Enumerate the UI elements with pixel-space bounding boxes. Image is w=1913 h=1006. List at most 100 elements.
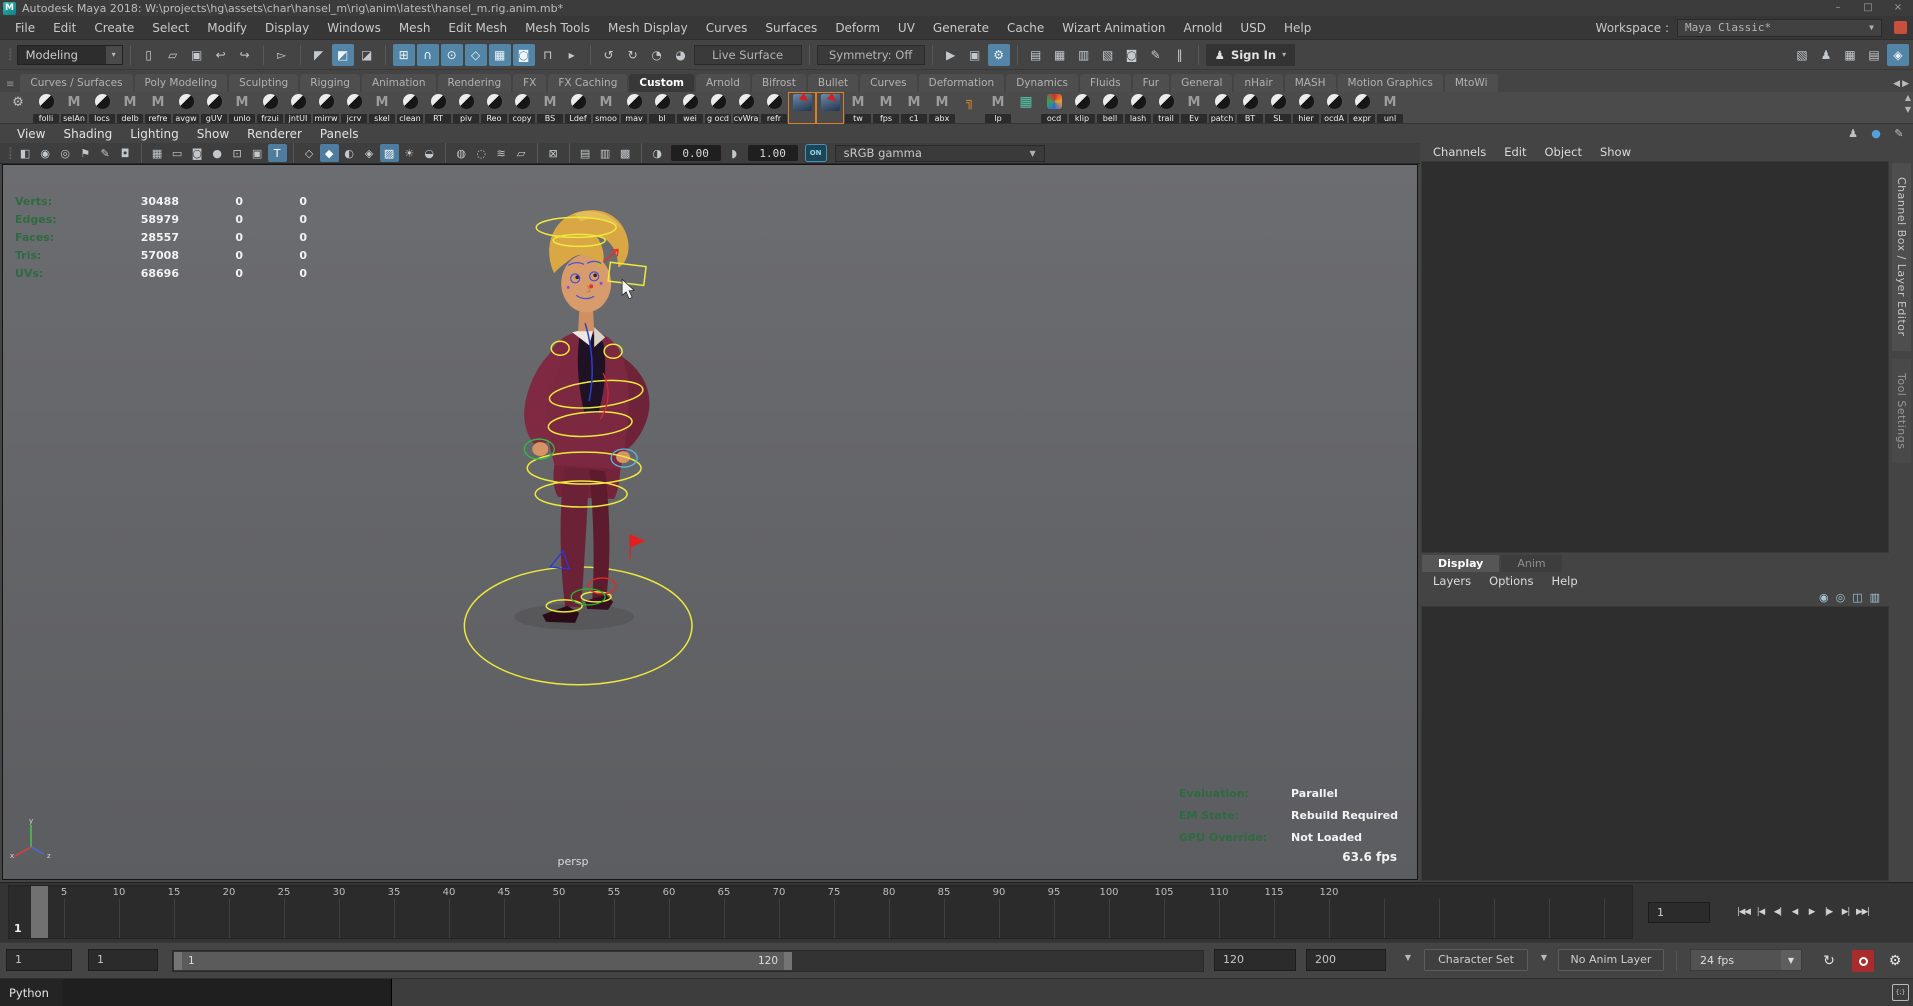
current-frame-field[interactable]: 1 bbox=[1648, 902, 1710, 923]
texture-view-icon[interactable]: ▥ bbox=[1073, 44, 1095, 66]
pause-viewport-icon[interactable]: ‖ bbox=[1169, 44, 1191, 66]
menu-edit-mesh[interactable]: Edit Mesh bbox=[439, 19, 516, 37]
menu-mesh-display[interactable]: Mesh Display bbox=[599, 19, 697, 37]
shelf-button-bl[interactable]: bl bbox=[648, 92, 676, 124]
command-input[interactable] bbox=[62, 979, 392, 1006]
menu-deform[interactable]: Deform bbox=[826, 19, 889, 37]
shelf-button-tw[interactable]: Mtw bbox=[844, 92, 872, 124]
shelf-tab-nhair[interactable]: nHair bbox=[1234, 74, 1282, 92]
shelf-button-fps[interactable]: Mfps bbox=[872, 92, 900, 124]
wireframe-on-shaded-icon[interactable]: ▨ bbox=[380, 144, 399, 162]
menu-modify[interactable]: Modify bbox=[198, 19, 256, 37]
xray-icon[interactable]: ▤ bbox=[576, 144, 595, 162]
playback-end-field[interactable]: 120 bbox=[1214, 949, 1296, 971]
shelf-tab-curves-surfaces[interactable]: Curves / Surfaces bbox=[20, 74, 132, 92]
shelf-button-mirrw[interactable]: mirrw bbox=[312, 92, 340, 124]
time-slider-track[interactable]: 5101520253035404550556065707580859095100… bbox=[8, 885, 1633, 939]
new-empty-layer-icon[interactable]: ◫ bbox=[1852, 591, 1862, 604]
viewport-menu-lighting[interactable]: Lighting bbox=[121, 127, 188, 141]
shelf-button-ldef[interactable]: Ldef bbox=[564, 92, 592, 124]
lock-camera-icon[interactable]: ◎ bbox=[56, 144, 75, 162]
gate-mask-icon[interactable]: ● bbox=[208, 144, 227, 162]
drag-handle[interactable]: ┋ bbox=[4, 147, 15, 160]
open-scene-icon[interactable]: ▱ bbox=[162, 44, 184, 66]
shelf-button-avgw[interactable]: avgw bbox=[172, 92, 200, 124]
camera-bookmark-icon[interactable]: ⚑ bbox=[76, 144, 95, 162]
menu-arnold[interactable]: Arnold bbox=[1175, 19, 1232, 37]
layer-visibility-icon[interactable]: ◉ bbox=[1819, 591, 1829, 604]
menu-surfaces[interactable]: Surfaces bbox=[756, 19, 826, 37]
shelf-button-bt[interactable]: BT bbox=[1236, 92, 1264, 124]
viewport-canvas[interactable]: Verts:3048800Edges:5897900Faces:2855700T… bbox=[2, 164, 1418, 880]
menu-select[interactable]: Select bbox=[143, 19, 198, 37]
shelf-button-klip[interactable]: klip bbox=[1068, 92, 1096, 124]
shelf-button-piv[interactable]: piv bbox=[452, 92, 480, 124]
layer-menu-help[interactable]: Help bbox=[1542, 574, 1586, 588]
viewport-menu-panels[interactable]: Panels bbox=[311, 127, 368, 141]
channel-box-menu-channels[interactable]: Channels bbox=[1424, 145, 1495, 159]
shelf-menu-icon[interactable]: ≡ bbox=[6, 79, 20, 92]
highlight-selection-icon[interactable]: ▸ bbox=[561, 44, 583, 66]
shelf-button-char[interactable] bbox=[788, 92, 816, 124]
shelf-button-unl[interactable]: Munl bbox=[1376, 92, 1404, 124]
character-controls-toggle[interactable]: ♟ bbox=[1844, 127, 1862, 140]
xray-active-icon[interactable]: ▩ bbox=[616, 144, 635, 162]
shelf-button-delb[interactable]: Mdelb bbox=[116, 92, 144, 124]
character-controls-icon[interactable]: ♟ bbox=[1815, 44, 1837, 66]
shelf-button-grid[interactable]: ▦ bbox=[1012, 92, 1040, 124]
history-inputs-icon[interactable]: ◔ bbox=[646, 44, 668, 66]
play-backwards-button[interactable]: ◀ bbox=[1787, 901, 1802, 923]
animation-preferences-button[interactable]: ⚙ bbox=[1884, 950, 1906, 972]
shelf-button-lash[interactable]: lash bbox=[1124, 92, 1152, 124]
textured-icon[interactable]: ◈ bbox=[360, 144, 379, 162]
undo-icon[interactable]: ↩ bbox=[210, 44, 232, 66]
shelf-button-frzui[interactable]: frzui bbox=[256, 92, 284, 124]
shelf-tab-rigging[interactable]: Rigging bbox=[300, 74, 360, 92]
channel-box-area[interactable] bbox=[1421, 161, 1889, 553]
scroll-up-icon[interactable]: ▲ bbox=[1905, 93, 1911, 102]
range-end-handle[interactable] bbox=[784, 952, 792, 970]
timeline-playhead[interactable] bbox=[31, 886, 48, 938]
menu-create[interactable]: Create bbox=[85, 19, 143, 37]
shelf-tab-bifrost[interactable]: Bifrost bbox=[752, 74, 806, 92]
viewport-menu-view[interactable]: View bbox=[8, 127, 54, 141]
viewport-menu-renderer[interactable]: Renderer bbox=[238, 127, 311, 141]
hud-toggle-icon[interactable]: T bbox=[268, 144, 287, 162]
close-button[interactable]: × bbox=[1883, 0, 1913, 16]
range-slider-active[interactable]: 1 120 bbox=[174, 952, 792, 970]
shelf-button-unlo[interactable]: Munlo bbox=[228, 92, 256, 124]
redo-icon[interactable]: ↪ bbox=[234, 44, 256, 66]
channel-box-menu-object[interactable]: Object bbox=[1536, 145, 1591, 159]
contrast-icon[interactable]: ◗ bbox=[725, 144, 744, 162]
attribute-editor-toggle[interactable]: ✎ bbox=[1890, 127, 1908, 140]
new-scene-icon[interactable]: ▯ bbox=[138, 44, 160, 66]
new-layer-selected-icon[interactable]: ▥ bbox=[1870, 591, 1880, 604]
shelf-button-guv[interactable]: gUV bbox=[200, 92, 228, 124]
layer-menu-layers[interactable]: Layers bbox=[1424, 574, 1480, 588]
shelf-button-rt[interactable]: RT bbox=[424, 92, 452, 124]
shelf-tab-fx-caching[interactable]: FX Caching bbox=[548, 74, 627, 92]
viewcube-toggle-icon[interactable]: ◈ bbox=[1887, 44, 1909, 66]
menu-usd[interactable]: USD bbox=[1231, 19, 1275, 37]
auto-keyframe-button[interactable] bbox=[1852, 950, 1874, 972]
shelf-button-cvwra[interactable]: cvWra bbox=[732, 92, 760, 124]
contrast-field[interactable]: 1.00 bbox=[748, 145, 798, 161]
shelf-tab-animation[interactable]: Animation bbox=[362, 74, 436, 92]
scroll-right-icon[interactable]: ▶ bbox=[1902, 79, 1909, 89]
motion-blur-icon[interactable]: ◌ bbox=[472, 144, 491, 162]
script-editor-icon[interactable]: {;} bbox=[1892, 984, 1909, 1001]
field-chart-icon[interactable]: ⊡ bbox=[228, 144, 247, 162]
playback-speed-selector[interactable]: 24 fps ▼ bbox=[1690, 949, 1802, 971]
shelf-button-g-ocd[interactable]: g ocd bbox=[704, 92, 732, 124]
outliner-toggle-icon[interactable]: ▧ bbox=[1791, 44, 1813, 66]
range-slider[interactable]: 1 120 bbox=[172, 950, 1204, 972]
shelf-button-wei[interactable]: wei bbox=[676, 92, 704, 124]
layer-menu-options[interactable]: Options bbox=[1480, 574, 1542, 588]
animation-start-field[interactable]: 1 bbox=[6, 949, 72, 971]
play-forward-button[interactable]: ▶ bbox=[1804, 901, 1819, 923]
outputs-from-selected-icon[interactable]: ↻ bbox=[622, 44, 644, 66]
maximize-button[interactable]: □ bbox=[1853, 0, 1883, 16]
select-camera-icon[interactable]: ◉ bbox=[36, 144, 55, 162]
select-hierarchy-icon[interactable]: ◤ bbox=[308, 44, 330, 66]
panel-layout-icon[interactable]: ▦ bbox=[1839, 44, 1861, 66]
